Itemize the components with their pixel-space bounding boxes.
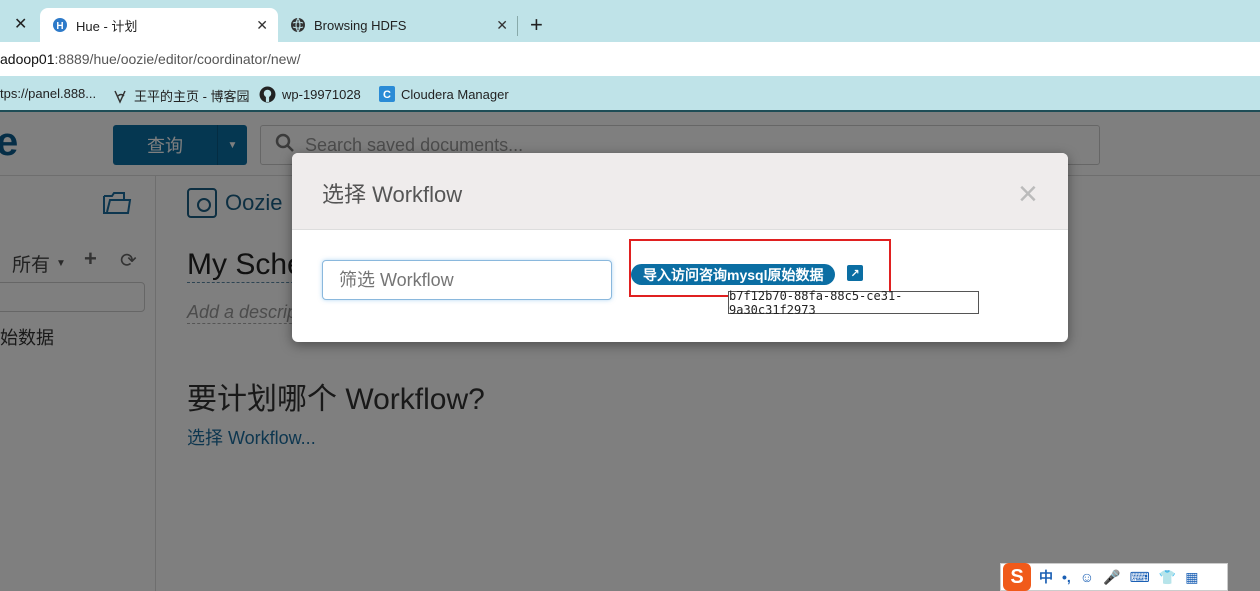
ime-voice-icon[interactable]: 🎤 xyxy=(1103,569,1120,586)
previous-tab-close-icon[interactable]: ✕ xyxy=(14,14,27,34)
ime-skin-icon[interactable]: 👕 xyxy=(1159,569,1176,586)
bookmarks-bar: tps://panel.888... 王平的主页 - 博客园 wp-199710… xyxy=(0,76,1260,112)
github-icon xyxy=(259,86,276,103)
bookmark-panel[interactable]: tps://panel.888... xyxy=(0,86,96,101)
close-icon[interactable]: × xyxy=(1018,177,1038,211)
tab-title: Hue - 计划 xyxy=(76,18,138,34)
hue-favicon-icon: H xyxy=(52,17,68,33)
tab-separator xyxy=(517,16,518,36)
address-bar[interactable]: adoop01:8889/hue/oozie/editor/coordinato… xyxy=(0,42,1260,76)
blog-icon xyxy=(112,88,128,104)
workflow-filter-input[interactable] xyxy=(322,260,612,300)
tab-browsing-hdfs[interactable]: Browsing HDFS ✕ xyxy=(278,8,518,42)
new-tab-button[interactable]: + xyxy=(530,12,543,38)
tab-close-icon[interactable]: ✕ xyxy=(496,17,508,34)
ime-toolbar: S 中 •, ☺ 🎤 ⌨ 👕 ▦ xyxy=(1000,563,1228,591)
modal-header: 选择 Workflow × xyxy=(292,153,1068,230)
ime-punctuation-icon[interactable]: •, xyxy=(1062,569,1071,585)
svg-text:C: C xyxy=(383,89,391,101)
browser-tab-bar: ✕ H Hue - 计划 ✕ Browsing HDFS ✕ + xyxy=(0,0,1260,42)
bookmark-github[interactable]: wp-19971028 xyxy=(259,86,361,103)
ime-emoji-icon[interactable]: ☺ xyxy=(1080,569,1094,585)
tab-hue-plan[interactable]: H Hue - 计划 ✕ xyxy=(40,8,278,42)
bookmark-blog[interactable]: 王平的主页 - 博客园 xyxy=(112,86,250,105)
modal-title: 选择 Workflow xyxy=(322,182,463,207)
cloudera-icon: C xyxy=(379,86,395,102)
url-text[interactable]: adoop01:8889/hue/oozie/editor/coordinato… xyxy=(0,51,300,67)
svg-text:H: H xyxy=(56,21,63,32)
globe-icon xyxy=(290,17,306,33)
ime-keyboard-icon[interactable]: ⌨ xyxy=(1130,569,1150,586)
ime-toolbox-icon[interactable]: ▦ xyxy=(1185,569,1198,586)
sogou-logo-icon[interactable]: S xyxy=(1003,563,1031,591)
tab-close-icon[interactable]: ✕ xyxy=(256,17,268,34)
workflow-uuid-tooltip: b7f12b70-88fa-88c5-ce31-9a30c31f2973 xyxy=(728,289,979,317)
ime-chinese-mode[interactable]: 中 xyxy=(1039,567,1053,587)
tab-title: Browsing HDFS xyxy=(314,17,407,33)
bookmark-cloudera[interactable]: C Cloudera Manager xyxy=(379,86,509,102)
